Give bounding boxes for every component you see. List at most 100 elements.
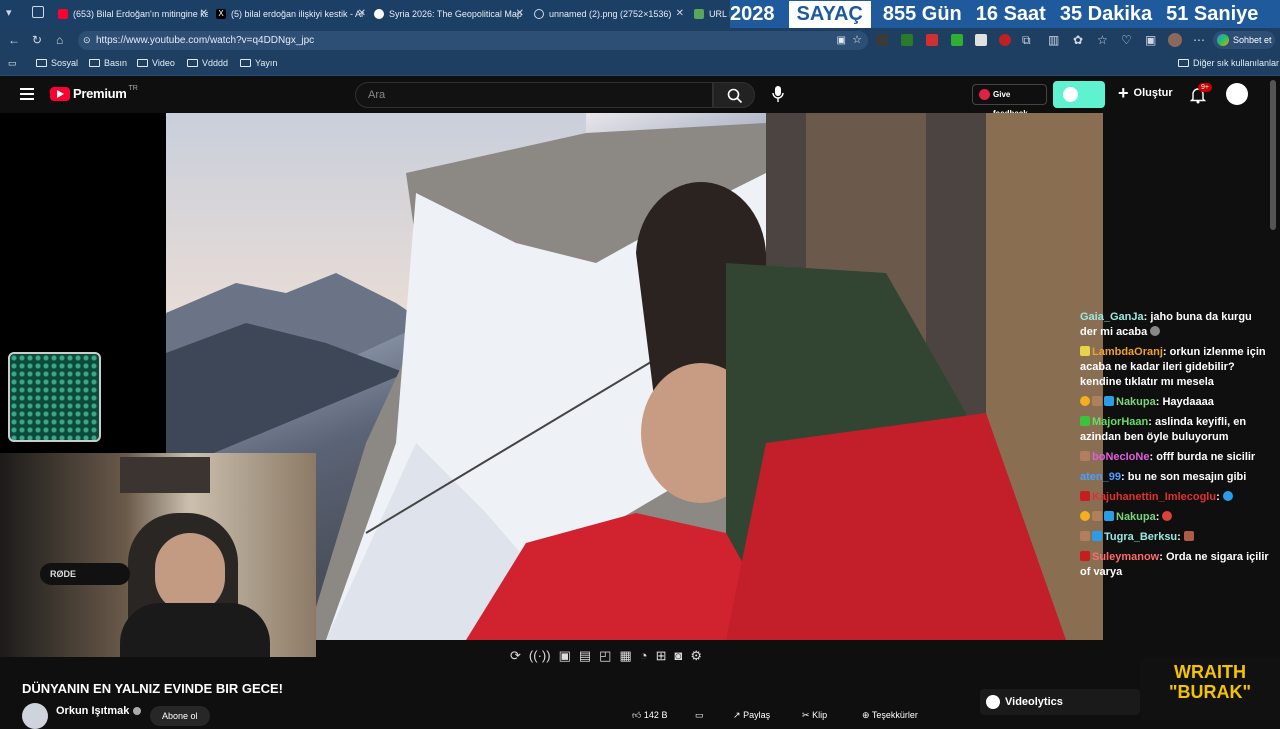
bookmark-label: Vdddd [202,58,229,68]
create-button[interactable]: + Oluştur [1118,84,1173,102]
close-tab-icon[interactable]: ✕ [200,8,208,19]
extension-icon[interactable] [999,34,1011,46]
site-info-icon[interactable]: ⊙ [83,31,91,50]
chat-username: Nakupa [1116,511,1156,523]
extension-icon[interactable] [876,34,888,46]
share-icon: ↗ [733,710,741,720]
picture-in-picture-icon[interactable]: ◰ [599,648,611,664]
folder-icon [36,59,47,67]
browser-tab-2[interactable]: X (5) bilal erdoğan ilişkiyi kestik - Ar… [216,4,366,24]
tab-actions-icon[interactable] [32,6,44,18]
search-button[interactable] [713,82,755,108]
browser-tab-4[interactable]: unnamed (2).png (2752×1536) ✕ [534,4,684,24]
chat-message: Gaia_GanJa: jaho buna da kurgu der mi ac… [1080,311,1252,338]
close-tab-icon[interactable]: ✕ [676,8,684,19]
other-bookmarks[interactable]: Diğer sık kullanılanlar [1178,58,1279,68]
live-icon[interactable]: ((·)) [529,648,551,664]
collections-icon[interactable]: ♡ [1121,33,1132,47]
sub-badge-icon [1080,416,1090,426]
channel-name[interactable]: Orkun Işıtmak [56,705,142,717]
bookmark-label: Diğer sık kullanılanlar [1193,58,1280,68]
reload-icon[interactable]: ↻ [32,33,42,47]
give-feedback-button[interactable]: Give feedback [972,84,1047,118]
browser-tab-1[interactable]: (653) Bilal Erdoğan'ın mitingine ka ✕ [58,4,208,24]
bookmark-folder[interactable]: Sosyal [36,58,78,68]
extension-icon[interactable] [975,34,987,46]
microphone-icon [772,86,784,102]
bookmark-folder[interactable]: Vdddd [187,58,228,68]
notifications-button[interactable]: 9+ [1189,83,1212,109]
folder-icon [137,59,148,67]
split-screen-icon[interactable]: ▥ [1048,33,1059,47]
brand-subtext: "BURAK" [1168,682,1252,702]
screenshot-icon[interactable]: ▣ [1145,33,1156,47]
subtitles-icon[interactable]: ▦ [619,648,631,664]
voice-search-button[interactable] [771,85,785,108]
extension-icon[interactable] [951,34,963,46]
thanks-button[interactable]: ⊕ Teşekkürler [862,710,918,721]
extension-favicon-icon [694,9,704,19]
copilot-icon [1217,34,1229,46]
extension-icon[interactable] [901,34,913,46]
videolytics-panel[interactable]: Videolytics [980,689,1140,715]
bookmark-folder[interactable]: Video [137,58,175,68]
thumbs-up-icon: 👍︎ [632,710,642,720]
chat-username: Gaia_GanJa [1080,311,1144,323]
streamer-face [155,533,225,613]
browser-tab-3[interactable]: Syria 2026: The Geopolitical Map o ✕ [374,4,524,24]
home-icon[interactable]: ⌂ [56,33,63,47]
bookmark-manager-icon[interactable]: ▭ [8,58,17,69]
puzzle-icon[interactable]: ⧉ [1022,33,1031,48]
speed-icon[interactable]: ◔ [640,648,648,664]
dislike-button[interactable]: ▭ [695,710,704,721]
chat-message: MajorHaan: aslinda keyifli, en azindan b… [1080,416,1247,443]
extension-toggle-button[interactable] [1053,81,1105,108]
favorites-icon[interactable]: ☆ [1097,33,1108,47]
copilot-button[interactable]: Sohbet et [1213,31,1275,49]
tab-menu-icon[interactable]: ▾ [6,6,12,19]
chat-message: aten_99: bu ne son mesajın gibi [1080,471,1247,483]
subscribe-button[interactable]: Abone ol [150,706,210,726]
toggle-knob-icon [1063,87,1078,102]
channel-avatar[interactable] [22,703,48,729]
gem-badge-icon [1092,531,1102,541]
close-tab-icon[interactable]: ✕ [516,8,524,19]
back-icon[interactable]: ← [8,33,20,47]
like-button[interactable]: 👍︎ 142 B [632,710,667,721]
like-count: 142 B [643,710,668,720]
tab-title: (653) Bilal Erdoğan'ın mitingine ka [73,9,208,19]
watch-later-icon[interactable]: ▣ [559,648,571,664]
hamburger-menu-icon[interactable] [20,88,34,100]
profile-avatar[interactable] [1168,33,1182,47]
verified-icon [133,707,142,715]
screenshot-icon[interactable]: ◙ [675,648,683,664]
bookmark-folder[interactable]: Yayın [240,58,277,68]
account-avatar[interactable] [1226,83,1248,105]
clip-button[interactable]: ✂ Klip [802,710,827,721]
folder-icon [187,59,198,67]
add-icon[interactable]: ⊞ [656,648,667,664]
extension-icon[interactable] [926,34,938,46]
youtube-logo[interactable]: Premium TR [50,85,138,101]
sub-badge-icon [1092,396,1102,406]
chat-username: Nakupa [1116,396,1156,408]
share-button[interactable]: ↗ Paylaş [733,710,770,721]
more-menu-icon[interactable]: ⋯ [1193,33,1205,47]
close-tab-icon[interactable]: ✕ [358,8,366,19]
browser-tab-5[interactable]: URL N [694,4,730,24]
channel-name-text: Orkun Işıtmak [56,705,130,717]
chat-username: boNecIoNe [1092,451,1150,463]
page-scrollbar[interactable] [1270,80,1276,230]
settings-gear-icon[interactable]: ⚙ [690,648,702,664]
folder-icon [1178,59,1189,67]
reader-icon[interactable]: ▣ [837,31,846,50]
extensions-icon[interactable]: ✿ [1073,33,1083,47]
clip-icon[interactable]: ▤ [579,648,591,664]
sub-badge-icon [1092,511,1102,521]
search-input[interactable]: Ara [355,82,713,108]
address-bar[interactable]: ⊙ https://www.youtube.com/watch?v=q4DDNg… [78,31,868,50]
favorite-star-icon[interactable]: ☆ [852,31,862,50]
bookmark-folder[interactable]: Basın [89,58,127,68]
loop-icon[interactable]: ⟳ [510,648,521,664]
facecam: RØDE [0,453,316,657]
